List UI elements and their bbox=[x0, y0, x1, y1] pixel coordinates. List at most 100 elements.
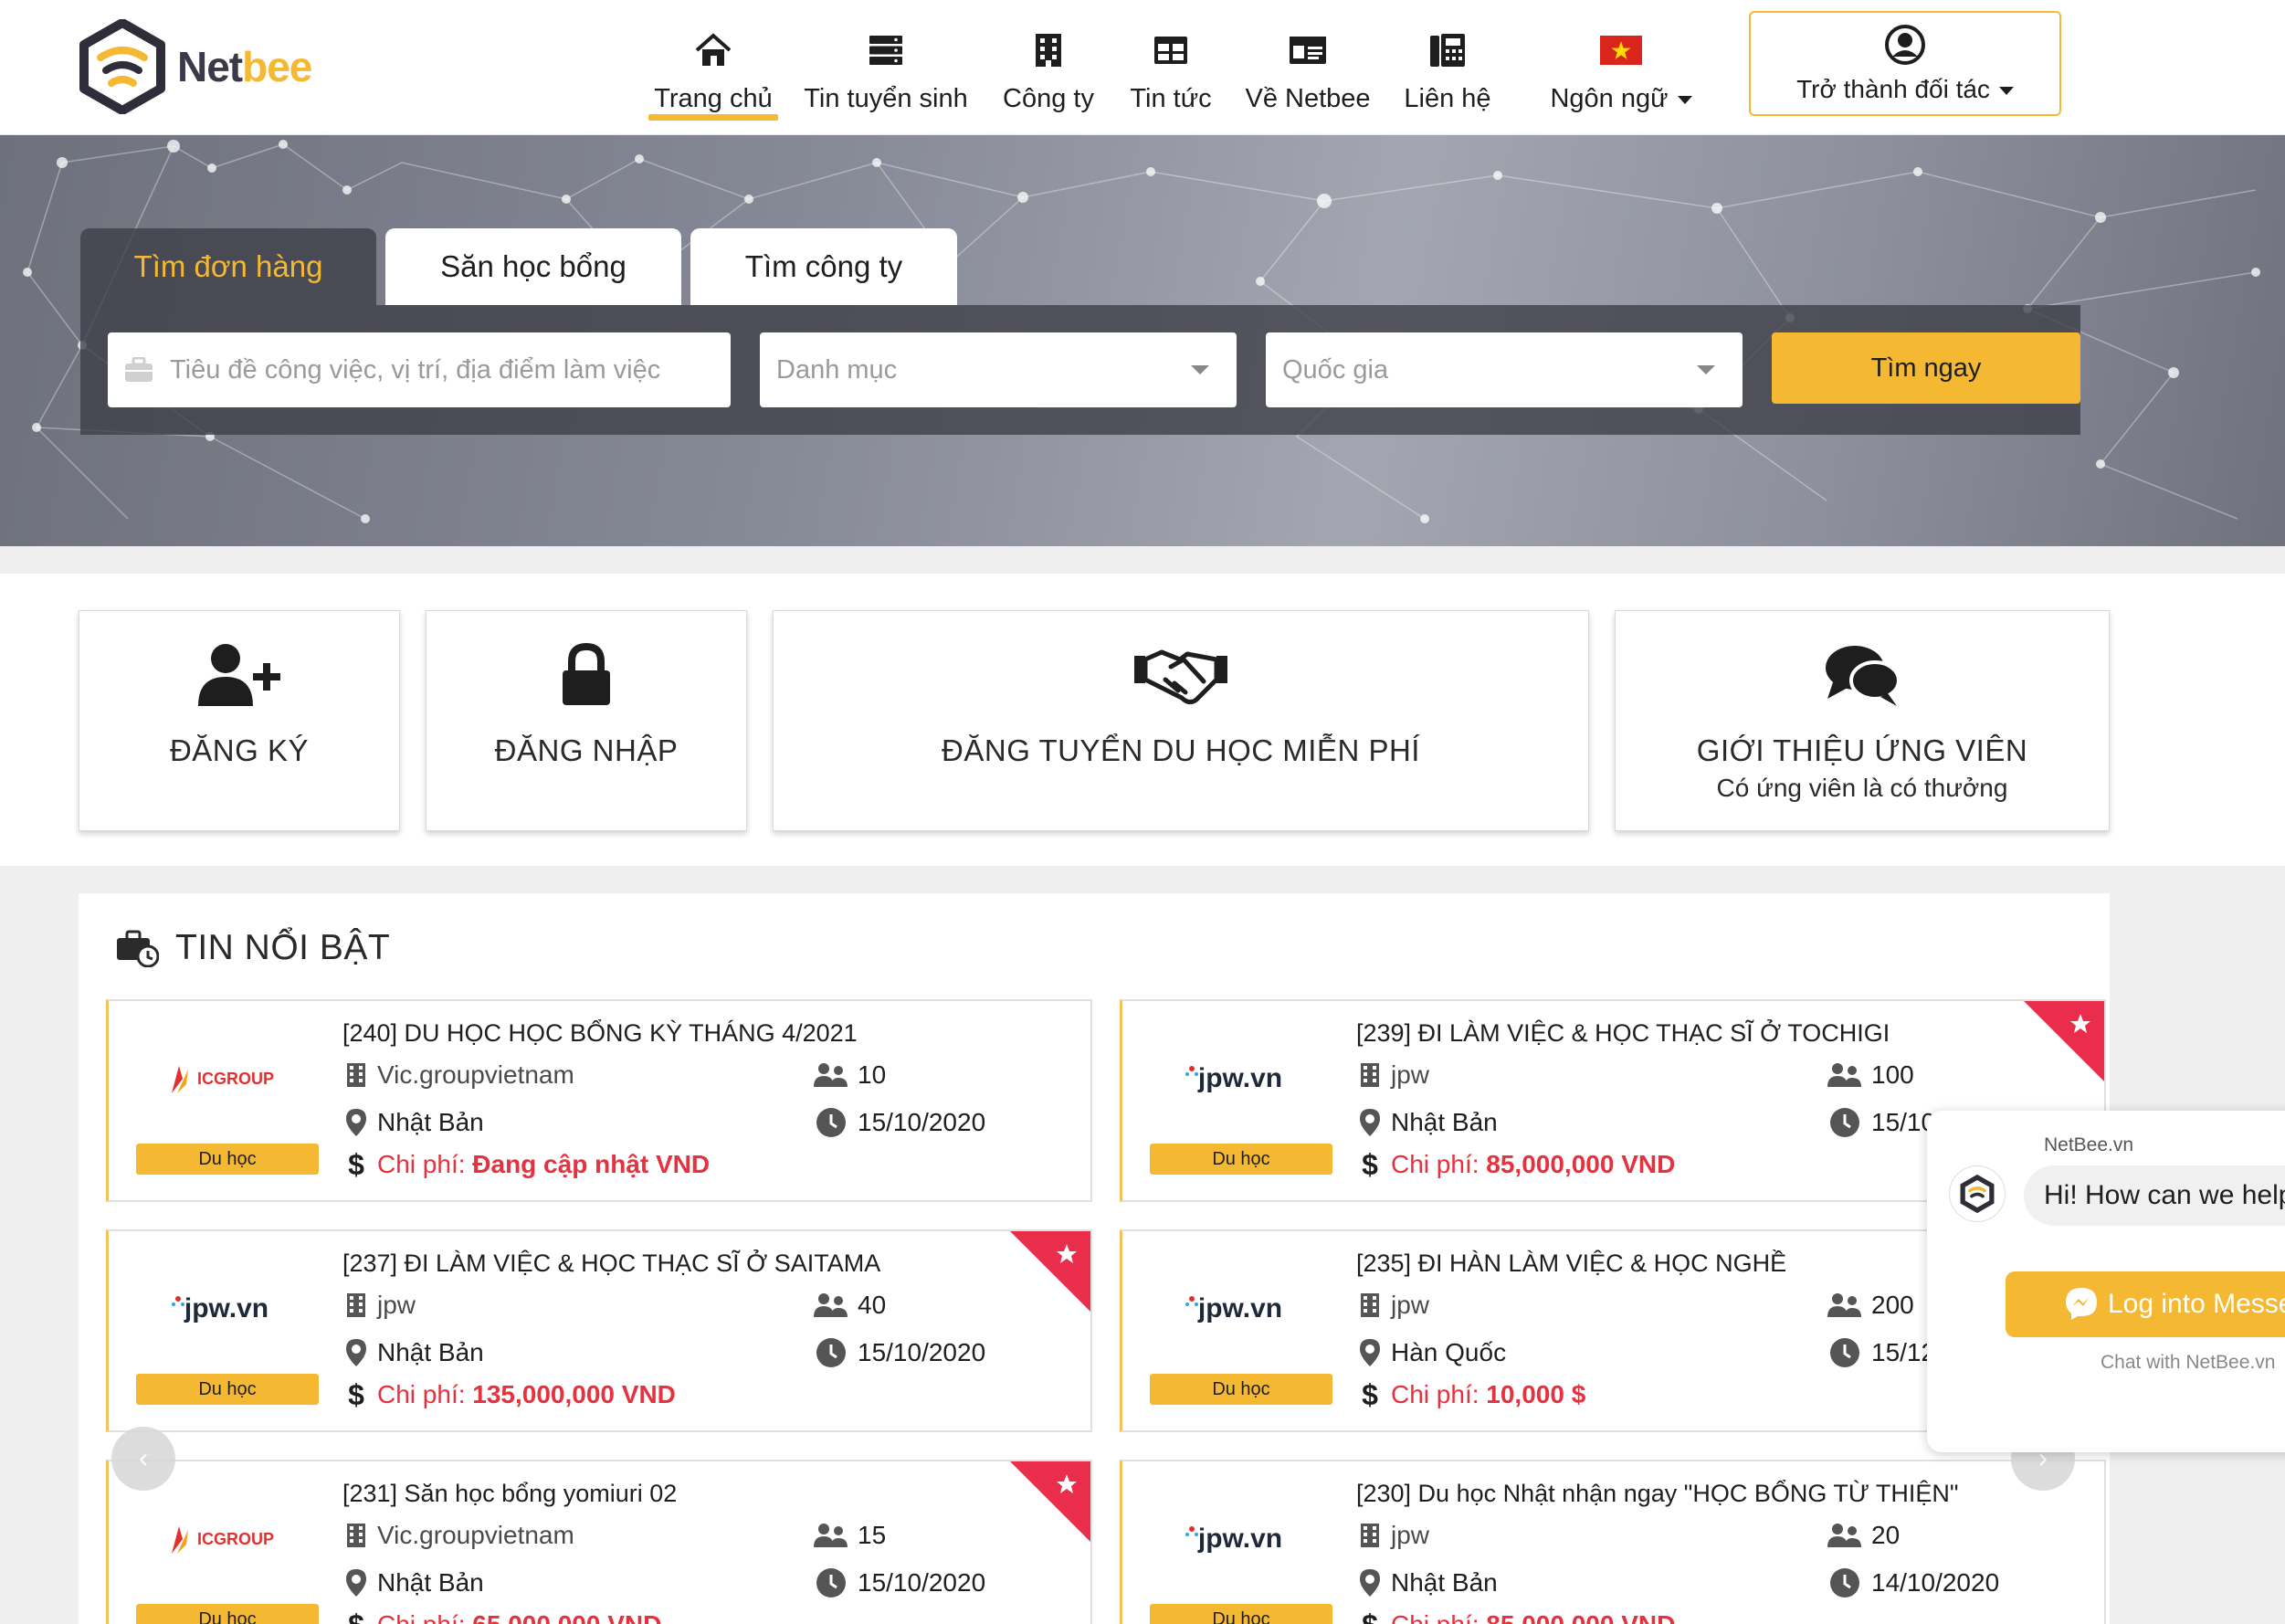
map-marker-icon bbox=[1360, 1109, 1380, 1136]
building-icon bbox=[347, 1293, 365, 1317]
category-select[interactable]: Danh mục bbox=[760, 332, 1237, 407]
quick-actions: ĐĂNG KÝ ĐĂNG NHẬP ĐĂNG TUYỂN DU HỌC MIỄN… bbox=[0, 574, 2285, 866]
users-icon bbox=[1827, 1293, 1861, 1317]
job-cost: 85,000,000 VND bbox=[1486, 1150, 1676, 1178]
messenger-icon bbox=[2066, 1288, 2097, 1320]
briefcase-icon bbox=[125, 357, 153, 382]
tab-find-orders[interactable]: Tìm đơn hàng bbox=[80, 228, 376, 305]
user-circle-icon bbox=[1885, 24, 1925, 65]
quota: 20 bbox=[1871, 1521, 1901, 1549]
company-logo: jpw.vn bbox=[1142, 1041, 1325, 1116]
job-card[interactable]: ICGROUP Du học [231] Săn học bổng yomiur… bbox=[106, 1460, 1092, 1624]
become-partner-button[interactable]: Trở thành đối tác bbox=[1749, 11, 2061, 116]
building-icon bbox=[1361, 1293, 1379, 1317]
keyword-search-input[interactable]: Tiêu đề công việc, vị trí, địa điểm làm … bbox=[108, 332, 731, 407]
register-card[interactable]: ĐĂNG KÝ bbox=[79, 610, 400, 831]
quota: 10 bbox=[858, 1060, 887, 1089]
login-title: ĐĂNG NHẬP bbox=[494, 733, 679, 767]
chevron-down-icon bbox=[1697, 365, 1715, 374]
chevron-left-icon: ‹ bbox=[139, 1443, 148, 1473]
country: Nhật Bản bbox=[377, 1108, 484, 1136]
icgroup-logo-icon bbox=[171, 1066, 188, 1093]
logo-wordmark: Netbee bbox=[177, 43, 312, 90]
nav-news-label: Tin tức bbox=[1130, 84, 1212, 113]
country-select[interactable]: Quốc gia bbox=[1266, 332, 1743, 407]
nav-news[interactable]: Tin tức bbox=[1125, 29, 1216, 121]
netbee-logo-icon bbox=[1960, 1174, 1995, 1214]
nav-about-label: Về Netbee bbox=[1245, 84, 1371, 113]
referral-subtitle: Có ứng viên là có thưởng bbox=[1716, 774, 2008, 802]
job-cost: 10,000 $ bbox=[1486, 1380, 1586, 1408]
briefcase-clock-icon bbox=[117, 930, 159, 967]
jpw-logo-icon bbox=[1185, 1066, 1198, 1076]
job-title: [235] ĐI HÀN LÀM VIỆC & HỌC NGHỀ bbox=[1356, 1250, 1787, 1277]
country-placeholder: Quốc gia bbox=[1282, 354, 1389, 385]
country: Nhật Bản bbox=[1391, 1568, 1498, 1597]
dollar-icon: $ bbox=[348, 1377, 364, 1411]
netbee-logo-icon bbox=[79, 19, 165, 114]
nav-company-label: Công ty bbox=[1003, 84, 1094, 113]
featured-section: TIN NỔI BẬT ICGROUP Du học [240] DU HỌC … bbox=[79, 893, 2110, 1624]
chevron-down-icon bbox=[1191, 365, 1209, 374]
carousel-prev-button[interactable]: ‹ bbox=[111, 1427, 175, 1491]
category-badge: Du học bbox=[1150, 1374, 1332, 1405]
nav-contact[interactable]: Liên hệ bbox=[1397, 29, 1498, 121]
clock-icon bbox=[816, 1108, 846, 1137]
country: Nhật Bản bbox=[377, 1338, 484, 1366]
quota: 100 bbox=[1871, 1060, 1914, 1089]
netbee-logo[interactable]: Netbee bbox=[77, 18, 323, 115]
users-icon bbox=[814, 1063, 848, 1087]
company-logo: jpw.vn bbox=[129, 1271, 311, 1346]
search-button[interactable]: Tìm ngay bbox=[1772, 332, 2080, 404]
become-partner-label: Trở thành đối tác bbox=[1796, 74, 1990, 103]
category-placeholder: Danh mục bbox=[776, 354, 898, 385]
category-badge: Du học bbox=[136, 1144, 319, 1175]
vietnam-flag-icon bbox=[1600, 36, 1642, 65]
nav-home[interactable]: Trang chủ bbox=[648, 29, 778, 121]
company-name: Vic.groupvietnam bbox=[377, 1060, 574, 1089]
clock-icon bbox=[1830, 1338, 1859, 1367]
category-badge: Du học bbox=[136, 1374, 319, 1405]
company-logo: ICGROUP bbox=[129, 1041, 311, 1116]
company-logo: jpw.vn bbox=[1142, 1502, 1325, 1577]
job-card[interactable]: jpw.vn Du học [230] Du học Nhật nhận nga… bbox=[1120, 1460, 2106, 1624]
grid-icon bbox=[1154, 37, 1187, 64]
nav-about[interactable]: Về Netbee bbox=[1245, 29, 1371, 121]
dollar-icon: $ bbox=[348, 1147, 364, 1181]
deadline: 14/10/2020 bbox=[1871, 1568, 2000, 1597]
job-card[interactable]: ICGROUP Du học [240] DU HỌC HỌC BỔNG KỲ … bbox=[106, 999, 1092, 1202]
users-icon bbox=[1827, 1524, 1861, 1547]
nav-admissions-label: Tin tuyển sinh bbox=[804, 84, 968, 113]
job-title: [237] ĐI LÀM VIỆC & HỌC THẠC SĨ Ở SAITAM… bbox=[342, 1250, 881, 1277]
company-logo: ICGROUP bbox=[129, 1502, 311, 1577]
company-name: Vic.groupvietnam bbox=[377, 1521, 574, 1549]
featured-star-ribbon bbox=[1010, 1231, 1090, 1312]
icgroup-logo-icon bbox=[171, 1526, 188, 1554]
post-free-card[interactable]: ĐĂNG TUYỂN DU HỌC MIỄN PHÍ bbox=[773, 610, 1589, 831]
home-icon bbox=[695, 33, 732, 66]
handshake-icon bbox=[1134, 649, 1227, 705]
top-navbar: Netbee Trang chủ Tin tuyển sinh Công ty … bbox=[0, 0, 2285, 135]
language-dropdown[interactable]: Ngôn ngữ bbox=[1543, 29, 1699, 121]
comments-icon bbox=[1826, 646, 1901, 706]
hero-banner: Tìm đơn hàng Săn học bổng Tìm công ty Ti… bbox=[0, 135, 2285, 546]
job-title: [231] Săn học bổng yomiuri 02 bbox=[342, 1480, 678, 1507]
company-name: jpw bbox=[1391, 1521, 1430, 1549]
chat-footer: Chat with NetBee.vn bbox=[2101, 1352, 2276, 1373]
fax-icon bbox=[1430, 34, 1465, 67]
log-into-messenger-button[interactable]: Log into Messenger bbox=[2006, 1271, 2285, 1337]
tab-find-company[interactable]: Tìm công ty bbox=[690, 228, 957, 305]
category-badge: Du học bbox=[1150, 1144, 1332, 1175]
category-badge: Du học bbox=[1150, 1604, 1332, 1624]
referral-card[interactable]: GIỚI THIỆU ỨNG VIÊN Có ứng viên là có th… bbox=[1615, 610, 2110, 831]
tab-scholarship[interactable]: Săn học bổng bbox=[385, 228, 681, 305]
map-marker-icon bbox=[1360, 1569, 1380, 1597]
referral-title: GIỚI THIỆU ỨNG VIÊN bbox=[1696, 733, 2028, 767]
nav-admissions[interactable]: Tin tuyển sinh bbox=[804, 29, 968, 121]
login-card[interactable]: ĐĂNG NHẬP bbox=[426, 610, 747, 831]
deadline: 15/10/2020 bbox=[858, 1338, 986, 1366]
deadline: 15/10/2020 bbox=[858, 1108, 986, 1136]
job-card[interactable]: jpw.vn Du học [237] ĐI LÀM VIỆC & HỌC TH… bbox=[106, 1229, 1092, 1432]
company-name: jpw bbox=[1391, 1060, 1430, 1089]
nav-company[interactable]: Công ty bbox=[995, 29, 1101, 121]
